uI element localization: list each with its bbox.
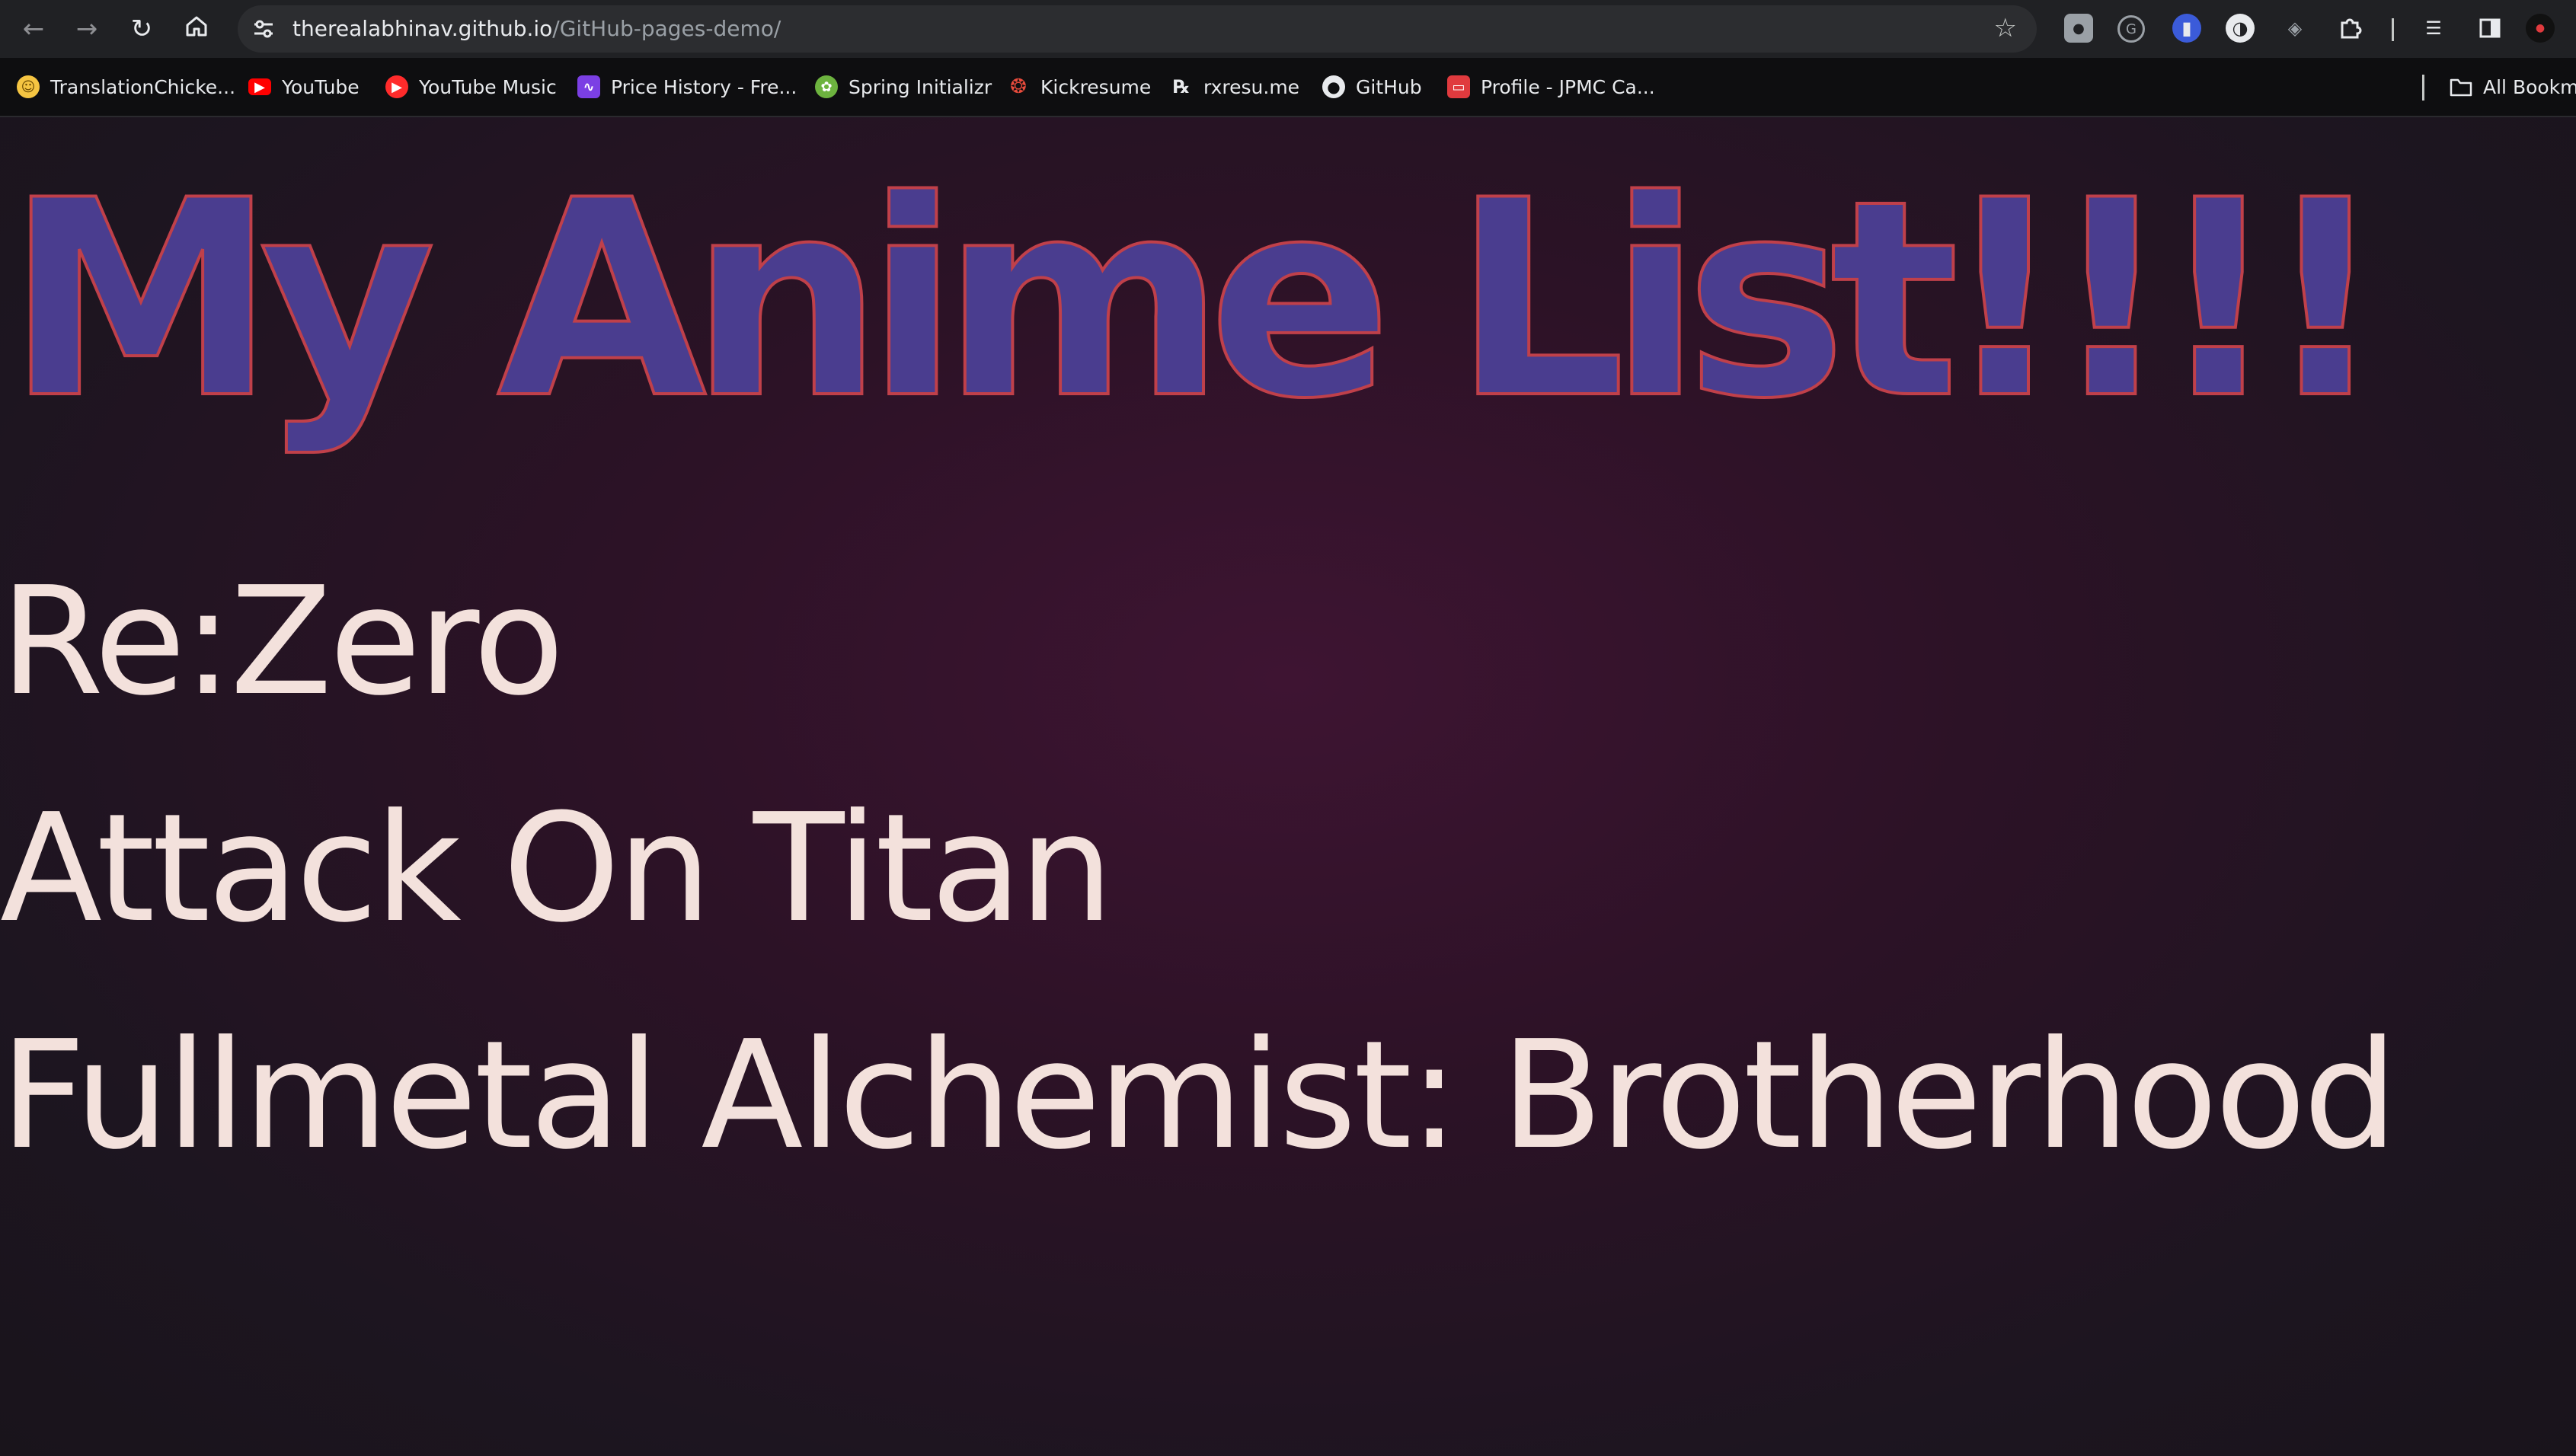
toolbar-divider — [2392, 18, 2394, 41]
forward-button[interactable]: → — [69, 11, 105, 47]
rx-icon: ℞ — [1173, 76, 1190, 97]
star-icon[interactable]: ☆ — [1994, 13, 2017, 43]
extension-icon[interactable]: ● — [2064, 14, 2093, 43]
leaf-extension-icon[interactable]: ◈ — [2280, 14, 2309, 43]
arrow-right-icon: → — [75, 14, 98, 44]
home-icon — [184, 14, 209, 45]
spring-icon: ✿ — [815, 75, 838, 98]
bookmark-kickresume[interactable]: ❂ Kickresume — [1007, 70, 1151, 104]
bookmark-label: YouTube Music — [419, 75, 557, 98]
all-bookmarks-button[interactable]: All Bookma — [2450, 70, 2576, 104]
bookmark-label: Kickresume — [1040, 75, 1152, 98]
github-icon: ● — [1322, 75, 1345, 98]
profile-avatar-icon[interactable]: ● — [2526, 14, 2555, 43]
all-bookmarks-label: All Bookma — [2483, 75, 2576, 98]
circle-extension-icon[interactable]: ◑ — [2226, 14, 2255, 43]
grammarly-icon[interactable]: G — [2117, 15, 2145, 43]
translation-chicken-icon: ☺ — [17, 75, 40, 98]
kickresume-icon: ❂ — [1010, 75, 1027, 98]
bookmark-label: rxresu.me — [1203, 75, 1300, 98]
folder-icon — [2450, 75, 2472, 98]
anime-item-fullmetal-alchemist: Fullmetal Alchemist: Brotherhood — [0, 1009, 2398, 1183]
docs-extension-icon[interactable]: ▮ — [2172, 14, 2201, 43]
arrow-left-icon: ← — [22, 14, 45, 44]
address-bar[interactable]: therealabhinav.github.io/GitHub-pages-de… — [238, 5, 2037, 53]
anime-item-rezero: Re:Zero — [0, 555, 564, 729]
bookmark-profile-jpmc[interactable]: ▭ Profile - JPMC Ca... — [1447, 70, 1655, 104]
anime-item-attack-on-titan: Attack On Titan — [0, 782, 1114, 956]
tune-icon[interactable] — [250, 15, 277, 43]
reload-button[interactable]: ↻ — [123, 11, 160, 47]
back-button[interactable]: ← — [15, 11, 52, 47]
bookmark-label: GitHub — [1356, 75, 1422, 98]
price-history-icon: ∿ — [577, 75, 600, 98]
page-content: My Anime List!!!! Re:Zero Attack On Tita… — [0, 117, 2576, 1456]
side-panel-icon[interactable] — [2475, 14, 2504, 43]
media-queue-icon[interactable]: ☰ — [2419, 14, 2448, 43]
bookmark-label: Spring Initializr — [849, 75, 992, 98]
bookmarks-bar: ☺ TranslationChicke... ▶ YouTube ▶ YouTu… — [0, 58, 2576, 117]
bookmark-label: TranslationChicke... — [50, 75, 236, 98]
browser-window: ← → ↻ therealabhinav.github.io/GitHub-pa… — [0, 0, 2576, 1456]
bookmarks-divider — [2422, 75, 2424, 101]
puzzle-icon[interactable] — [2335, 14, 2364, 43]
youtube-music-icon: ▶ — [385, 75, 408, 98]
youtube-icon: ▶ — [248, 78, 271, 95]
bookmark-youtube[interactable]: ▶ YouTube — [248, 70, 360, 104]
bookmark-price-history[interactable]: ∿ Price History - Fre... — [577, 70, 797, 104]
bookmark-spring-initializr[interactable]: ✿ Spring Initializr — [815, 70, 992, 104]
home-button[interactable] — [178, 11, 215, 47]
page-title: My Anime List!!!! — [5, 142, 2389, 458]
url-text[interactable]: therealabhinav.github.io/GitHub-pages-de… — [292, 16, 781, 42]
bookmark-label: Price History - Fre... — [611, 75, 797, 98]
browser-toolbar: ← → ↻ therealabhinav.github.io/GitHub-pa… — [0, 0, 2576, 58]
bookmark-rxresume[interactable]: ℞ rxresu.me — [1170, 70, 1299, 104]
bookmark-youtube-music[interactable]: ▶ YouTube Music — [385, 70, 557, 104]
bookmark-github[interactable]: ● GitHub — [1322, 70, 1422, 104]
anime-list: Re:Zero Attack On Titan Fullmetal Alchem… — [0, 528, 2398, 1209]
bookmark-label: Profile - JPMC Ca... — [1481, 75, 1655, 98]
profile-icon: ▭ — [1447, 75, 1470, 98]
bookmark-translationchicken[interactable]: ☺ TranslationChicke... — [17, 70, 235, 104]
bookmark-label: YouTube — [282, 75, 360, 98]
url-host: therealabhinav.github.io — [292, 16, 553, 41]
url-path: /GitHub-pages-demo/ — [552, 16, 781, 41]
reload-icon: ↻ — [130, 14, 153, 44]
